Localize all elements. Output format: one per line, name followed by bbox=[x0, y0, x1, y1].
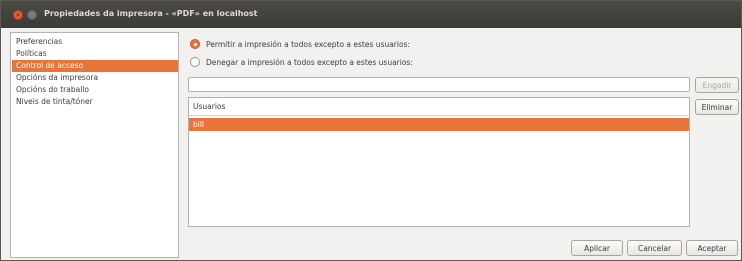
deny-radio-label: Denegar a impresión a todos excepto a es… bbox=[206, 57, 413, 67]
close-icon: × bbox=[15, 12, 21, 19]
sidebar-item-niveis-tinta[interactable]: Niveis de tinta/tóner bbox=[12, 96, 178, 108]
sidebar-item-politicas[interactable]: Políticas bbox=[12, 48, 178, 60]
title-bar: × Propiedades da impresora - «PDF» en lo… bbox=[1, 1, 741, 28]
deny-radio[interactable] bbox=[190, 57, 200, 67]
window-title: Propiedades da impresora - «PDF» en loca… bbox=[44, 9, 258, 18]
allow-all-except-option[interactable]: Permitir a impresión a todos excepto a e… bbox=[190, 37, 410, 51]
deny-all-except-option[interactable]: Denegar a impresión a todos excepto a es… bbox=[190, 55, 413, 69]
cancel-button[interactable]: Cancelar bbox=[627, 240, 682, 256]
list-item-user[interactable]: bill bbox=[189, 118, 689, 131]
remove-user-button[interactable]: Eliminar bbox=[695, 99, 739, 115]
sidebar-item-opcions-traballo[interactable]: Opcións do traballo bbox=[12, 84, 178, 96]
user-name-input[interactable] bbox=[188, 77, 690, 92]
apply-button[interactable]: Aplicar bbox=[571, 240, 623, 256]
close-window-button[interactable]: × bbox=[13, 10, 23, 20]
printer-properties-window: × Propiedades da impresora - «PDF» en lo… bbox=[0, 0, 742, 261]
sidebar-item-preferencias[interactable]: Preferencias bbox=[12, 36, 178, 48]
allow-radio-label: Permitir a impresión a todos excepto a e… bbox=[206, 39, 410, 49]
users-list: Usuarios bill bbox=[188, 97, 690, 227]
sidebar-item-opcions-impresora[interactable]: Opcións da impresora bbox=[12, 72, 178, 84]
settings-sidebar: Preferencias Políticas Control de acceso… bbox=[10, 32, 179, 258]
allow-radio[interactable] bbox=[190, 39, 200, 49]
minimize-window-button[interactable] bbox=[27, 10, 37, 20]
users-column-header[interactable]: Usuarios bbox=[189, 98, 689, 116]
sidebar-item-control-de-acceso[interactable]: Control de acceso bbox=[12, 60, 178, 72]
accept-button[interactable]: Aceptar bbox=[686, 240, 738, 256]
add-user-button[interactable]: Engadir bbox=[695, 77, 739, 93]
